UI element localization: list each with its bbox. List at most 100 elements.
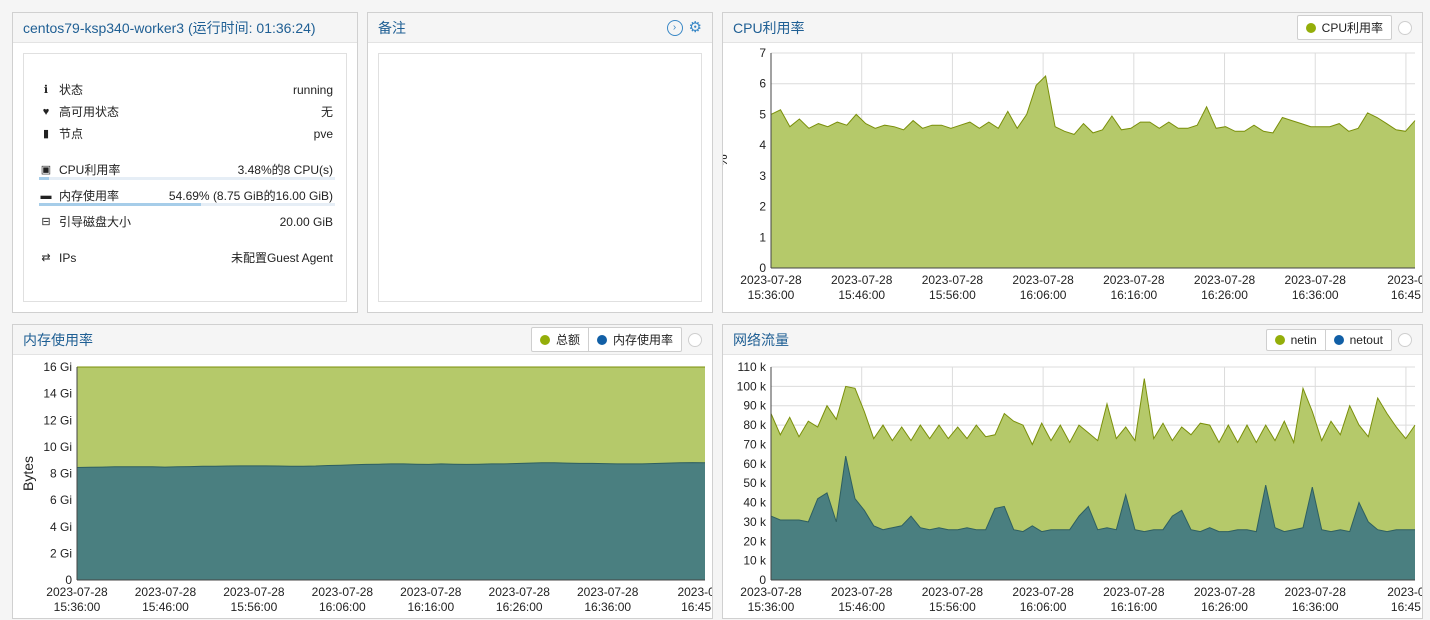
legend-dot <box>1305 22 1316 33</box>
cpu-icon: ▣ <box>40 164 52 176</box>
x-tick-label: 15:46:00 <box>142 600 189 614</box>
notes-header: 备注 › ⚙ <box>368 13 712 43</box>
x-tick-label: 2023-07-28 <box>223 585 285 599</box>
notes-title: 备注 <box>378 19 406 36</box>
mem-row: ▬ 内存使用率 54.69% (8.75 GiB的16.00 GiB) <box>39 187 334 204</box>
y-tick-label: 5 <box>759 107 766 121</box>
x-tick-label: 2023-07-28 <box>1194 585 1256 599</box>
legend-label: 总额 <box>555 333 580 347</box>
y-tick-label: 40 k <box>743 496 767 510</box>
x-tick-label: 2023-07-28 <box>922 585 984 599</box>
x-tick-label: 2023-07-28 <box>400 585 462 599</box>
net-chart-header: 网络流量 netin netout <box>723 325 1422 355</box>
heartbeat-icon: ♥ <box>42 105 50 118</box>
circle-icon[interactable] <box>1398 20 1412 35</box>
y-tick-label: 100 k <box>737 379 767 393</box>
x-tick-label: 2023-07-28 <box>1285 585 1347 599</box>
y-tick-label: 110 k <box>738 360 767 374</box>
y-tick-label: 30 k <box>743 515 767 529</box>
x-tick-label: 16:36:00 <box>1292 600 1339 614</box>
x-tick-label: 2023-07-28 <box>740 273 802 287</box>
gear-icon[interactable]: ⚙ <box>689 20 702 35</box>
x-tick-label: 16:26:00 <box>496 600 543 614</box>
notes-body[interactable] <box>378 53 702 302</box>
disk-value: 20.00 GiB <box>279 214 333 229</box>
cpu-label: CPU利用率 <box>59 163 121 177</box>
y-tick-label: 60 k <box>743 457 767 471</box>
mem-chart-title: 内存使用率 <box>23 331 93 348</box>
status-row: ℹ 状态 running <box>39 81 333 98</box>
x-tick-label: 2023-07-28 <box>1012 273 1074 287</box>
exchange-icon: ⇄ <box>41 252 51 264</box>
y-tick-label: 80 k <box>743 418 767 432</box>
legend-item-netout[interactable]: netout <box>1324 329 1391 350</box>
x-tick-label: 15:56:00 <box>231 600 278 614</box>
cpu-chart: 012345672023-07-2815:36:002023-07-2815:4… <box>723 46 1422 302</box>
x-tick-label: 2023-07-28 <box>1285 273 1347 287</box>
x-tick-label: 2023-07-28 <box>740 585 802 599</box>
legend-item-cpu[interactable]: CPU利用率 <box>1298 16 1391 39</box>
x-tick-label: 15:36:00 <box>748 288 795 302</box>
y-tick-label: 6 <box>759 77 766 91</box>
circle-icon[interactable] <box>1398 332 1412 347</box>
y-tick-label: 16 Gi <box>43 360 72 374</box>
legend-dot <box>1274 334 1285 345</box>
x-tick-label: 2023-07-28 <box>489 585 551 599</box>
cpu-progress-fill <box>39 177 50 180</box>
ha-label: 高可用状态 <box>59 105 120 119</box>
y-tick-label: 50 k <box>743 476 767 490</box>
mem-chart-header: 内存使用率 总额 内存使用率 <box>13 325 712 355</box>
notes-panel: 备注 › ⚙ <box>367 12 713 313</box>
legend-item-total[interactable]: 总额 <box>532 328 588 351</box>
arrow-right-circle-icon[interactable]: › <box>666 19 683 36</box>
x-tick-label: 15:46:00 <box>838 600 885 614</box>
mem-chart-panel: 内存使用率 总额 内存使用率 02 Gi 4 Gi 6 Gi 8 Gi 10 Gi 12 … <box>12 324 713 619</box>
mem-progress-bar <box>39 203 335 206</box>
x-tick-label: 16:06:00 <box>1020 288 1067 302</box>
cpu-chart-title: CPU利用率 <box>733 19 805 36</box>
x-tick-label: 2023-07-28 <box>831 585 893 599</box>
mem-progress-fill <box>39 203 201 206</box>
status-label: 状态 <box>59 83 84 97</box>
y-tick-label: 7 <box>759 46 766 60</box>
hdd-icon: ⊟ <box>41 216 51 228</box>
legend-label: 内存使用率 <box>612 333 673 347</box>
series-area-内存使用率 <box>77 462 705 580</box>
x-tick-label: 2023-07-28 <box>922 273 984 287</box>
memory-icon: ▬ <box>40 189 52 202</box>
y-tick-label: 2 <box>759 200 766 214</box>
x-tick-label: 2023-07-28 <box>46 585 108 599</box>
x-tick-label: 16:36:00 <box>1292 288 1339 302</box>
y-tick-label: 1 <box>759 230 766 244</box>
y-tick-label: 12 Gi <box>43 413 72 427</box>
y-tick-label: 4 <box>759 138 766 152</box>
y-axis-label: % <box>723 154 730 166</box>
x-tick-label: 2023-07-28 <box>831 273 893 287</box>
x-tick-label: 16:06:00 <box>319 600 366 614</box>
x-tick-label: 16:16:00 <box>1110 288 1157 302</box>
y-tick-label: 8 Gi <box>50 467 72 481</box>
net-chart-panel: 网络流量 netin netout 0 10 k 20 k 30 k 40 k 50 k6… <box>722 324 1423 619</box>
mem-label: 内存使用率 <box>59 189 120 203</box>
series-area-CPU利用率 <box>771 76 1415 268</box>
x-tick-label: 15:36:00 <box>748 600 795 614</box>
legend-dot <box>1333 334 1344 345</box>
x-tick-label: 16:06:00 <box>1020 600 1067 614</box>
ips-label: IPs <box>59 250 77 265</box>
summary-header: centos79-ksp340-worker3 (运行时间: 01:36:24) <box>13 13 357 43</box>
x-tick-label: 16:45 <box>681 600 711 614</box>
x-tick-label: 2023-07-28 <box>1103 273 1165 287</box>
y-tick-label: 20 k <box>743 534 767 548</box>
x-tick-label: 2023-07-28 <box>135 585 197 599</box>
summary-panel: centos79-ksp340-worker3 (运行时间: 01:36:24)… <box>12 12 358 313</box>
info-icon: ℹ <box>43 84 49 96</box>
cpu-chart-header: CPU利用率 CPU利用率 <box>723 13 1422 43</box>
y-axis-label: Bytes <box>20 456 36 491</box>
circle-icon[interactable] <box>688 332 702 347</box>
legend-item-mem-used[interactable]: 内存使用率 <box>587 328 681 351</box>
status-value: running <box>292 82 333 97</box>
cpu-chart-panel: CPU利用率 CPU利用率 0 1 2 3 4 5 6 7 2023-07-28 15:36:00… <box>722 12 1423 313</box>
x-tick-label: 15:56:00 <box>929 288 976 302</box>
legend-item-netin[interactable]: netin <box>1267 330 1325 350</box>
node-label: 节点 <box>59 127 84 141</box>
